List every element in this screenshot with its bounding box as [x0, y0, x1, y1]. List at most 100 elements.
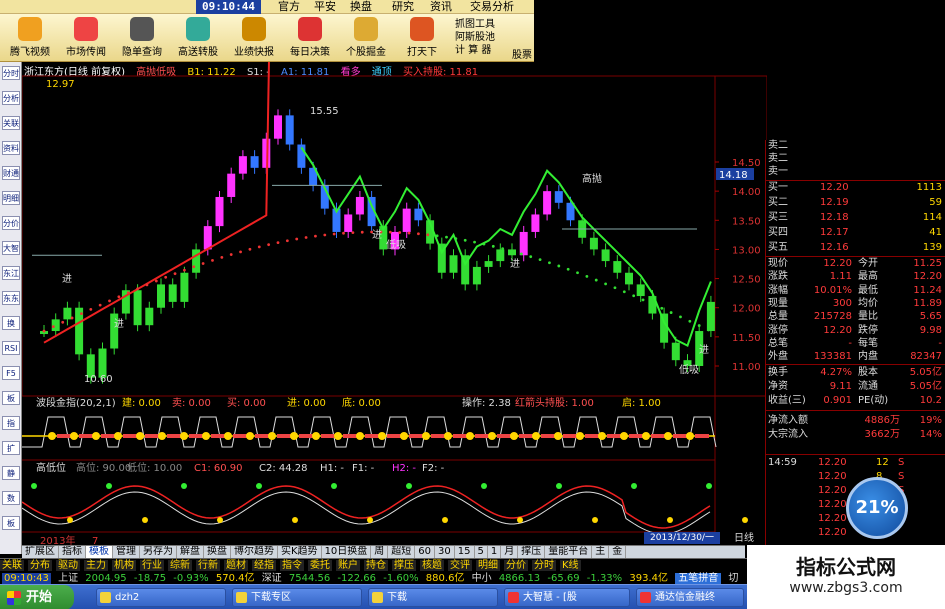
sub1-face-icon — [312, 432, 320, 440]
sub1-bar — [299, 434, 313, 438]
subtab-11[interactable]: 委托 — [308, 560, 332, 571]
screenshot-tool[interactable]: 抓图工具 — [455, 18, 534, 31]
tab-10[interactable]: 周 — [371, 546, 389, 558]
sidebar-item-10[interactable]: 换 — [2, 316, 20, 330]
menu-zixun[interactable]: 资讯 — [430, 0, 452, 14]
progress-badge[interactable]: 21% — [846, 477, 908, 539]
stock-dig-button[interactable]: 个股掘金 — [338, 16, 394, 60]
menu-pingan[interactable]: 平安 — [314, 0, 336, 14]
sub1-bar — [211, 434, 225, 438]
task-tdx[interactable]: 通达信金融终 — [636, 588, 744, 607]
subtab-12[interactable]: 账户 — [336, 560, 360, 571]
sidebar-item-1[interactable]: 分析 — [2, 91, 20, 105]
sidebar-item-4[interactable]: 财通 — [2, 166, 20, 180]
flow-row: 大宗流入 3662万 14% — [768, 429, 942, 440]
tab-11[interactable]: 超短 — [388, 546, 416, 558]
tab-6[interactable]: 换盘 — [204, 546, 231, 558]
sidebar-item-2[interactable]: 关联 — [2, 116, 20, 130]
tab-18[interactable]: 撑压 — [518, 546, 546, 558]
menu-huanpan[interactable]: 换盘 — [350, 0, 372, 14]
earnings-button[interactable]: 业绩快报 — [226, 16, 282, 60]
tab-14[interactable]: 15 — [455, 546, 475, 558]
sidebar-item-0[interactable]: 分时 — [2, 66, 20, 80]
subtab-14[interactable]: 撑压 — [392, 560, 416, 571]
stock-link[interactable]: 股票 — [512, 46, 532, 61]
sidebar-item-15[interactable]: 扩 — [2, 441, 20, 455]
tab-12[interactable]: 60 — [415, 546, 436, 558]
task-dzh2[interactable]: dzh2 — [96, 588, 226, 607]
task-dzh[interactable]: 大智慧 - [股 — [504, 588, 630, 607]
menu-yanjiu[interactable]: 研究 — [392, 0, 414, 14]
tab-4[interactable]: 另存为 — [140, 546, 177, 558]
subtab-3[interactable]: 主力 — [84, 560, 108, 571]
subtab-13[interactable]: 持仓 — [364, 560, 388, 571]
tab-9[interactable]: 10日换盘 — [322, 546, 372, 558]
sidebar-item-12[interactable]: F5 — [2, 366, 20, 380]
subtab-16[interactable]: 交评 — [448, 560, 472, 571]
rumor-button[interactable]: 市场传闻 — [58, 16, 114, 60]
tab-15[interactable]: 5 — [475, 546, 488, 558]
tab-0[interactable]: 扩展区 — [22, 546, 59, 558]
subtab-4[interactable]: 机构 — [112, 560, 136, 571]
menu-guanfang[interactable]: 官方 — [278, 0, 300, 14]
ma-dot — [229, 253, 233, 256]
sidebar-item-16[interactable]: 静 — [2, 466, 20, 480]
stock-pool[interactable]: 阿斯股池 — [455, 31, 534, 44]
sidebar-item-6[interactable]: 分价 — [2, 216, 20, 230]
high-dividend-button[interactable]: 高送转股 — [170, 16, 226, 60]
sidebar-item-9[interactable]: 东东 — [2, 291, 20, 305]
tab-13[interactable]: 30 — [435, 546, 455, 558]
price-chart[interactable]: 14.50 14.00 13.50 13.00 12.50 12.00 11.50 11.00… — [22, 62, 767, 545]
tab-5[interactable]: 解盘 — [177, 546, 204, 558]
subtab-9[interactable]: 经指 — [252, 560, 276, 571]
subtab-18[interactable]: 分价 — [504, 560, 528, 571]
sidebar-item-13[interactable]: 板 — [2, 391, 20, 405]
subtab-15[interactable]: 核题 — [420, 560, 444, 571]
sidebar-item-17[interactable]: 数 — [2, 491, 20, 505]
video-button[interactable]: 腾飞视频 — [2, 16, 58, 60]
period-label[interactable]: 日线 — [723, 532, 765, 545]
candle-body — [250, 156, 259, 168]
tab-16[interactable]: 1 — [488, 546, 502, 558]
tab-7[interactable]: 博尔趋势 — [231, 546, 278, 558]
subtab-8[interactable]: 题材 — [224, 560, 248, 571]
candle-body — [636, 284, 645, 297]
sidebar-item-18[interactable]: 板 — [2, 516, 20, 530]
subtab-7[interactable]: 行新 — [196, 560, 220, 571]
tab-1[interactable]: 指标 — [59, 546, 86, 558]
conquer-button[interactable]: 打天下 — [394, 16, 450, 60]
subtab-0[interactable]: 关联 — [0, 560, 24, 571]
subtab-1[interactable]: 分布 — [28, 560, 52, 571]
start-button[interactable]: 开始 — [0, 585, 74, 609]
sub1-di: 底: 0.00 — [342, 396, 381, 409]
subtab-19[interactable]: 分时 — [532, 560, 556, 571]
tab-21[interactable]: 金 — [609, 546, 627, 558]
tab-3[interactable]: 管理 — [113, 546, 140, 558]
subtab-6[interactable]: 综新 — [168, 560, 192, 571]
sidebar-item-7[interactable]: 大智慧 — [2, 241, 20, 255]
month-label: 7 — [92, 536, 98, 545]
tab-17[interactable]: 月 — [501, 546, 519, 558]
tab-2[interactable]: 模板 — [86, 546, 113, 558]
subtab-10[interactable]: 指令 — [280, 560, 304, 571]
sidebar-item-3[interactable]: 资料 — [2, 141, 20, 155]
sidebar-item-8[interactable]: 东江 — [2, 266, 20, 280]
sidebar-item-14[interactable]: 指 — [2, 416, 20, 430]
ime-indicator[interactable]: 五笔拼音 — [675, 573, 722, 584]
tab-19[interactable]: 量能平台 — [545, 546, 593, 558]
sidebar-item-11[interactable]: RSI — [2, 341, 20, 355]
subtab-20[interactable]: K线 — [560, 560, 581, 571]
subtab-5[interactable]: 行业 — [140, 560, 164, 571]
menu-jiaoyi[interactable]: 交易分析 — [470, 0, 514, 14]
task-download-zone[interactable]: 下载专区 — [232, 588, 362, 607]
task-download[interactable]: 下载 — [368, 588, 498, 607]
subtab-17[interactable]: 明细 — [476, 560, 500, 571]
sidebar-item-5[interactable]: 明细 — [2, 191, 20, 205]
sub1-face-icon — [488, 432, 496, 440]
tab-20[interactable]: 主 — [592, 546, 610, 558]
tab-8[interactable]: 实K趋势 — [278, 546, 322, 558]
subtab-2[interactable]: 驱动 — [56, 560, 80, 571]
ma-dot — [445, 235, 448, 239]
daily-decision-button[interactable]: 每日决策 — [282, 16, 338, 60]
hidden-order-button[interactable]: 隐单查询 — [114, 16, 170, 60]
